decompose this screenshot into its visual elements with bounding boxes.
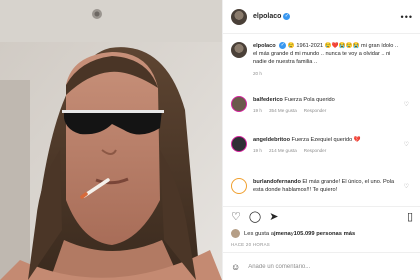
comments-list[interactable]: elpolaco ✓ 😢 1961-2021 😢❤️😭😢😭 mi gran íd… (223, 36, 420, 206)
commenter-avatar[interactable] (231, 96, 247, 112)
comment-text: Fuerza Ezequiel querido 💔 (291, 137, 361, 143)
comment-text: Fuerza Pola querido (284, 97, 335, 103)
post-timestamp[interactable]: HACE 20 HORAS (231, 242, 270, 247)
comment-like-heart-icon[interactable]: ♡ (404, 141, 409, 148)
comment-username[interactable]: burlandofernando (253, 179, 301, 185)
liker-avatar[interactable] (231, 229, 240, 238)
comment-icon[interactable]: ◯ (249, 212, 261, 223)
post-photo[interactable] (0, 0, 222, 280)
likes-count-link[interactable]: 105.099 personas más (294, 231, 356, 237)
comment-age: 19 h (253, 108, 262, 113)
avatar[interactable] (231, 42, 247, 58)
more-options-icon[interactable]: ••• (401, 12, 413, 22)
verified-icon: ✓ (279, 42, 287, 50)
verified-icon: ✓ (283, 13, 291, 20)
post-caption: elpolaco ✓ 😢 1961-2021 😢❤️😭😢😭 mi gran íd… (231, 42, 415, 78)
comment-like-heart-icon[interactable]: ♡ (404, 101, 409, 108)
caption-age: 20 h (253, 71, 262, 76)
comment-item: burlandofernando El más grande! El único… (231, 178, 415, 194)
comment-item: angeldebritoo Fuerza Ezequiel querido 💔 … (231, 136, 415, 155)
post-username[interactable]: elpolaco (253, 13, 281, 20)
commenter-avatar[interactable] (231, 136, 247, 152)
emoji-icon[interactable]: ☺ (231, 262, 240, 272)
comment-username[interactable]: balfederico (253, 97, 283, 103)
caption-username[interactable]: elpolaco (253, 43, 276, 49)
post-header: elpolaco ✓ ••• (223, 0, 420, 34)
bookmark-icon[interactable]: ▯ (407, 212, 413, 223)
avatar[interactable] (231, 8, 247, 25)
add-comment-bar: ☺ (223, 252, 420, 280)
post-side-panel: elpolaco ✓ ••• elpolaco ✓ 😢 1961-2021 😢❤… (222, 0, 420, 280)
comment-likes-link[interactable]: 354 Me gusta (269, 107, 297, 115)
reply-link[interactable]: Responder (304, 107, 326, 115)
liker-username[interactable]: jmena (274, 231, 291, 237)
man-with-sunglasses-photo (0, 0, 222, 280)
comment-likes-link[interactable]: 214 Me gusta (269, 147, 297, 155)
post-actions: ♡ ◯ ➤ ▯ (223, 206, 420, 228)
share-icon[interactable]: ➤ (269, 212, 278, 223)
commenter-avatar[interactable] (231, 178, 247, 194)
comment-age: 19 h (253, 148, 262, 153)
heart-icon[interactable]: ♡ (231, 212, 241, 223)
likes-prefix: Les gusta a (244, 230, 274, 237)
instagram-post: elpolaco ✓ ••• elpolaco ✓ 😢 1961-2021 😢❤… (0, 0, 420, 280)
comment-item: balfederico Fuerza Pola querido 19 h 354… (231, 96, 415, 115)
comment-username[interactable]: angeldebritoo (253, 137, 290, 143)
likes-summary: Les gusta a jmena y 105.099 personas más (231, 229, 355, 238)
add-comment-input[interactable] (248, 263, 389, 270)
comment-like-heart-icon[interactable]: ♡ (404, 183, 409, 190)
reply-link[interactable]: Responder (304, 147, 326, 155)
